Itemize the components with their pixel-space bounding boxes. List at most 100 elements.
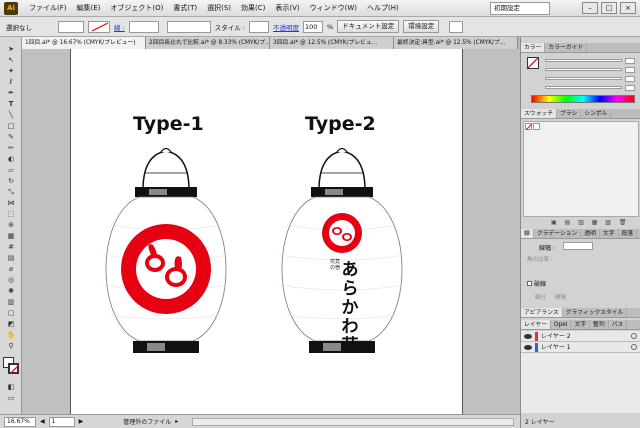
tab-opel[interactable]: Opel — [551, 320, 572, 329]
selection-tool-icon[interactable]: ➤ — [3, 44, 19, 54]
canvas-area[interactable]: Type-1 Type-2 究竟の宿 あらかわ荘 — [22, 49, 520, 414]
free-transform-tool-icon[interactable]: ⬚ — [3, 209, 19, 219]
column-graph-tool-icon[interactable]: ▥ — [3, 297, 19, 307]
menu-object[interactable]: オブジェクト(O) — [105, 3, 168, 13]
style-picker[interactable] — [249, 20, 270, 33]
tab-graphic-styles[interactable]: グラフィックスタイル — [563, 308, 628, 317]
scale-tool-icon[interactable]: ⤡ — [3, 187, 19, 197]
preferences-button[interactable]: 環境設定 — [403, 20, 440, 33]
arrange-icon[interactable] — [449, 20, 464, 33]
tab-transparency[interactable]: 透明 — [581, 229, 600, 238]
tab-appearance[interactable]: アピアランス — [521, 308, 563, 317]
close-icon[interactable]: × — [620, 2, 636, 14]
target-icon[interactable] — [631, 333, 637, 339]
fill-stroke-swatches[interactable] — [0, 355, 21, 381]
tab-swatches[interactable]: スウォッチ — [521, 109, 557, 118]
rectangle-tool-icon[interactable]: □ — [3, 121, 19, 131]
perspective-grid-tool-icon[interactable]: ▦ — [3, 231, 19, 241]
menu-effect[interactable]: 効果(C) — [236, 3, 270, 13]
mesh-tool-icon[interactable]: # — [3, 242, 19, 252]
eraser-tool-icon[interactable]: ▱ — [3, 165, 19, 175]
black-slider[interactable] — [545, 84, 635, 91]
artboard[interactable]: Type-1 Type-2 究竟の宿 あらかわ荘 — [70, 49, 463, 414]
menu-view[interactable]: 表示(V) — [270, 3, 304, 13]
fill-color-picker[interactable] — [58, 20, 84, 33]
color-fill-swatch[interactable] — [527, 57, 539, 69]
stroke-color-picker[interactable] — [88, 20, 110, 33]
eyedropper-tool-icon[interactable]: ⌀ — [3, 264, 19, 274]
artboard-number-field[interactable]: 1 — [48, 416, 75, 427]
slice-tool-icon[interactable]: ◩ — [3, 319, 19, 329]
tab-document-3[interactable]: 3回目.ai* @ 12.5% (CMYK/プレビュ... — [270, 37, 394, 49]
rotate-tool-icon[interactable]: ↻ — [3, 176, 19, 186]
menu-type[interactable]: 書式(T) — [168, 3, 202, 13]
line-tool-icon[interactable]: ╲ — [3, 110, 19, 120]
tab-color-guide[interactable]: カラーガイド — [545, 43, 588, 52]
tab-document-1[interactable]: 1回目.ai* @ 16.67% (CMYK/プレビュー) — [22, 37, 146, 49]
zoom-tool-icon[interactable]: ⚲ — [3, 341, 19, 351]
layer-name[interactable]: レイヤー 1 — [541, 342, 571, 353]
swatch-panel-buttons[interactable]: ▣ ▤ ▥ ▦ ▧ 🗑 — [551, 219, 630, 226]
stroke-swatch[interactable] — [8, 363, 19, 374]
color-spectrum[interactable] — [531, 95, 635, 103]
tab-brushes[interactable]: ブラシ — [557, 109, 582, 118]
stroke-label[interactable]: 線 : — [114, 22, 125, 32]
layer-name[interactable]: レイヤー 2 — [541, 331, 571, 342]
cyan-slider[interactable] — [545, 57, 635, 64]
tab-gradient[interactable]: グラデーション — [534, 229, 582, 238]
registration-swatch[interactable] — [533, 123, 540, 130]
magic-wand-tool-icon[interactable]: ✦ — [3, 66, 19, 76]
width-tool-icon[interactable]: ⋈ — [3, 198, 19, 208]
menu-window[interactable]: ウィンドウ(W) — [305, 3, 362, 13]
type-tool-icon[interactable]: T — [3, 99, 19, 109]
layer-row[interactable]: レイヤー 2 — [521, 331, 640, 342]
tab-layers[interactable]: レイヤー — [521, 320, 552, 329]
artboard-tool-icon[interactable]: ▢ — [3, 308, 19, 318]
pen-tool-icon[interactable]: ✒ — [3, 88, 19, 98]
gradient-tool-icon[interactable]: ▤ — [3, 253, 19, 263]
horizontal-scrollbar[interactable] — [192, 417, 514, 426]
hand-tool-icon[interactable]: ✋ — [3, 330, 19, 340]
tab-color[interactable]: カラー — [521, 43, 546, 52]
tab-symbols[interactable]: シンボル — [581, 109, 612, 118]
none-swatch[interactable] — [525, 123, 532, 130]
swatches-list[interactable] — [523, 121, 639, 217]
tab-paragraph[interactable]: 段落 — [619, 229, 638, 238]
menu-help[interactable]: ヘルプ(H) — [362, 3, 404, 13]
status-menu-icon[interactable]: ▸ — [175, 418, 178, 425]
zoom-field[interactable]: 16.67% — [4, 416, 36, 427]
variable-width-field[interactable] — [166, 20, 211, 33]
magenta-slider[interactable] — [545, 66, 635, 73]
shape-builder-tool-icon[interactable]: ⊕ — [3, 220, 19, 230]
tab-align[interactable]: 整列 — [590, 320, 609, 329]
blend-tool-icon[interactable]: ◎ — [3, 275, 19, 285]
workspace-switcher[interactable]: 初期設定 — [490, 2, 550, 15]
minimize-icon[interactable]: – — [582, 2, 598, 14]
tab-pathfinder[interactable]: パス — [609, 320, 628, 329]
target-icon[interactable] — [631, 344, 637, 350]
prev-artboard-icon[interactable]: ◀ — [40, 418, 45, 425]
tab-type[interactable]: 文字 — [571, 320, 591, 329]
tab-document-2[interactable]: 2回目長比丸で比較.ai* @ 8.33% (CMYK/プ... — [146, 37, 270, 49]
menu-edit[interactable]: 編集(E) — [72, 3, 106, 13]
next-artboard-icon[interactable]: ▶ — [79, 418, 84, 425]
tab-stroke[interactable]: 線 — [521, 229, 534, 238]
document-setup-button[interactable]: ドキュメント設定 — [337, 20, 400, 33]
pencil-tool-icon[interactable]: ✏ — [3, 143, 19, 153]
dashed-line-option[interactable]: 破線 — [527, 279, 546, 288]
menu-select[interactable]: 選択(S) — [202, 3, 236, 13]
direct-selection-tool-icon[interactable]: ↖ — [3, 55, 19, 65]
layer-row[interactable]: レイヤー 1 — [521, 342, 640, 353]
symbol-sprayer-tool-icon[interactable]: ✺ — [3, 286, 19, 296]
opacity-label[interactable]: 不透明度 — [273, 22, 299, 32]
opacity-field[interactable]: 100 — [303, 20, 324, 33]
dashed-checkbox[interactable] — [527, 281, 532, 286]
paintbrush-tool-icon[interactable]: ✎ — [3, 132, 19, 142]
maximize-icon[interactable]: □ — [601, 2, 617, 14]
stroke-weight-input[interactable] — [563, 242, 593, 250]
draw-mode-icon[interactable]: ◧ — [3, 382, 19, 392]
lantern-type1[interactable] — [91, 145, 241, 367]
visibility-eye-icon[interactable] — [524, 344, 532, 350]
blob-brush-tool-icon[interactable]: ◐ — [3, 154, 19, 164]
yellow-slider[interactable] — [545, 75, 635, 82]
